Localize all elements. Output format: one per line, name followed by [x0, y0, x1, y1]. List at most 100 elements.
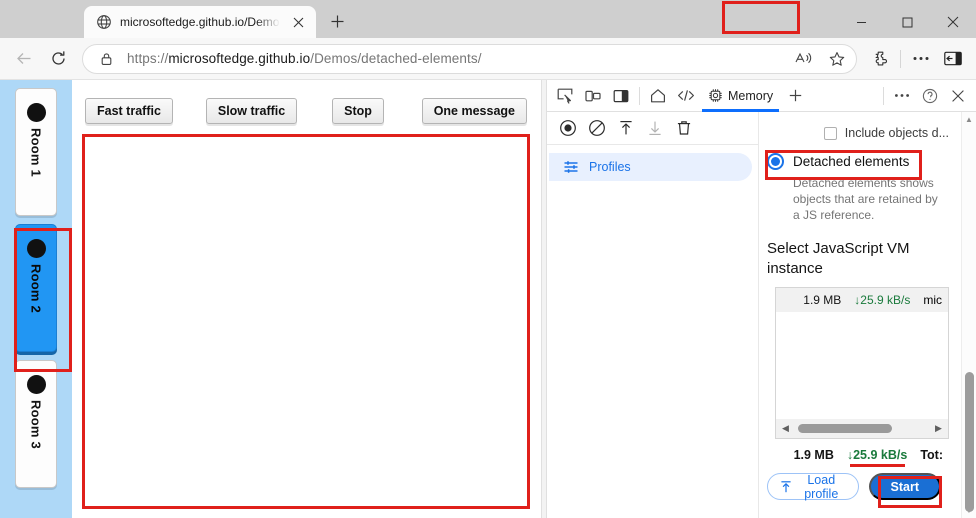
web-page: Room 1 Room 2 Room 3 Fast traffic Slow t…	[0, 80, 541, 518]
reload-icon[interactable]	[42, 43, 74, 75]
delete-icon[interactable]	[671, 115, 697, 141]
memory-config-inner: Include objects d... Detached elements D…	[759, 112, 961, 518]
load-profile-button[interactable]: Load profile	[767, 473, 859, 500]
detached-elements-option[interactable]: Detached elements	[767, 153, 949, 170]
import-profile-icon[interactable]	[613, 115, 639, 141]
export-profile-icon[interactable]	[642, 115, 668, 141]
devtools-tabbar-right	[879, 83, 972, 109]
total-size: 1.9 MB	[794, 448, 834, 462]
inspect-element-icon[interactable]	[551, 83, 579, 109]
tab-strip: microsoftedge.github.io/Demos/d	[0, 0, 838, 38]
action-buttons-row: Load profile Start	[767, 473, 941, 500]
scroll-track[interactable]	[792, 424, 932, 433]
select-vm-title: Select JavaScript VM instance	[767, 239, 949, 279]
room-button-3[interactable]: Room 3	[15, 360, 57, 488]
tab-label: Memory	[728, 89, 773, 103]
help-question-icon[interactable]	[916, 83, 944, 109]
new-tab-button[interactable]	[322, 6, 352, 36]
tabbar-divider	[639, 87, 640, 105]
scroll-thumb[interactable]	[798, 424, 892, 433]
close-icon[interactable]	[930, 6, 976, 38]
detached-elements-radio[interactable]	[767, 153, 784, 170]
star-icon[interactable]	[824, 46, 850, 72]
demo-button-row: Fast traffic Slow traffic Stop One messa…	[81, 88, 531, 134]
include-objects-row[interactable]: Include objects d...	[767, 122, 949, 144]
close-icon[interactable]	[944, 83, 972, 109]
browser-titlebar: microsoftedge.github.io/Demos/d	[0, 0, 976, 38]
detached-elements-label: Detached elements	[793, 154, 909, 169]
vm-instance-row[interactable]: 1.9 MB ↓25.9 kB/s mic	[776, 288, 948, 312]
totals-row: 1.9 MB ↓25.9 kB/s Tot:	[767, 448, 943, 462]
memory-toolbar	[547, 112, 758, 145]
browser-window: microsoftedge.github.io/Demos/d	[0, 0, 976, 518]
dock-panel-icon[interactable]	[607, 83, 635, 109]
browser-tab[interactable]: microsoftedge.github.io/Demos/d	[84, 6, 316, 38]
devtools-body: Profiles Include objects d... Detached e…	[547, 112, 976, 518]
room-button-1[interactable]: Room 1	[15, 88, 57, 216]
add-panel-icon[interactable]	[781, 83, 809, 109]
address-bar[interactable]: https://microsoftedge.github.io/Demos/de…	[82, 44, 857, 74]
scroll-right-arrow-icon[interactable]: ▶	[932, 423, 945, 434]
more-ellipsis-icon[interactable]	[906, 44, 936, 74]
maximize-icon[interactable]	[884, 6, 930, 38]
room-status-dot-icon	[27, 239, 46, 258]
highlight-underline	[850, 464, 905, 467]
room-label: Room 3	[29, 400, 44, 449]
scroll-left-arrow-icon[interactable]: ◀	[779, 423, 792, 434]
record-icon[interactable]	[555, 115, 581, 141]
devtools-panel: Memory	[547, 80, 976, 518]
demo-main: Fast traffic Slow traffic Stop One messa…	[72, 80, 541, 518]
url-domain: microsoftedge.github.io	[168, 51, 310, 66]
home-icon[interactable]	[644, 83, 672, 109]
url-path: /Demos/detached-elements/	[310, 51, 481, 66]
content-area: Room 1 Room 2 Room 3 Fast traffic Slow t…	[0, 80, 976, 518]
toolbar-divider	[900, 50, 901, 68]
tab-memory[interactable]: Memory	[700, 81, 781, 111]
room-status-dot-icon	[27, 375, 46, 394]
minimize-icon[interactable]	[838, 6, 884, 38]
window-controls	[838, 6, 976, 38]
devtools-vertical-scrollbar[interactable]: ▲ ▼	[961, 112, 976, 518]
vm-instance-list[interactable]: 1.9 MB ↓25.9 kB/s mic ◀ ▶	[775, 287, 949, 439]
url-text: https://microsoftedge.github.io/Demos/de…	[127, 51, 782, 66]
scroll-up-arrow-icon[interactable]: ▲	[965, 112, 973, 127]
vm-list-body	[776, 312, 948, 419]
vm-horizontal-scrollbar[interactable]: ◀ ▶	[776, 419, 948, 438]
devtools-tabbar: Memory	[547, 80, 976, 112]
profiles-section: Profiles	[547, 145, 758, 181]
room-button-2[interactable]: Room 2	[15, 224, 57, 352]
scroll-track[interactable]	[962, 127, 976, 503]
back-arrow-icon[interactable]	[8, 43, 40, 75]
vm-name: mic	[923, 293, 942, 307]
sidebar-toggle-icon[interactable]	[938, 44, 968, 74]
include-objects-checkbox[interactable]	[824, 127, 837, 140]
scroll-thumb[interactable]	[965, 372, 974, 512]
vm-rate: ↓25.9 kB/s	[854, 293, 910, 307]
globe-icon	[96, 14, 112, 30]
close-icon[interactable]	[288, 12, 308, 32]
fast-traffic-button[interactable]: Fast traffic	[85, 98, 173, 124]
one-message-button[interactable]: One message	[422, 98, 527, 124]
upload-icon	[779, 480, 793, 494]
clear-icon[interactable]	[584, 115, 610, 141]
browser-toolbar: https://microsoftedge.github.io/Demos/de…	[0, 38, 976, 80]
device-emulation-icon[interactable]	[579, 83, 607, 109]
stop-button[interactable]: Stop	[332, 98, 384, 124]
vm-size: 1.9 MB	[803, 293, 841, 307]
load-profile-label: Load profile	[799, 473, 844, 501]
total-rate: ↓25.9 kB/s	[847, 448, 907, 462]
slow-traffic-button[interactable]: Slow traffic	[206, 98, 297, 124]
read-aloud-icon[interactable]	[790, 46, 816, 72]
memory-chip-icon	[708, 88, 723, 103]
start-button[interactable]: Start	[869, 473, 941, 500]
rooms-sidebar: Room 1 Room 2 Room 3	[0, 80, 72, 518]
tabbar-divider	[883, 87, 884, 105]
memory-config-panel: Include objects d... Detached elements D…	[759, 112, 976, 518]
more-ellipsis-icon[interactable]	[888, 83, 916, 109]
room-label: Room 2	[29, 264, 44, 313]
extensions-puzzle-icon[interactable]	[865, 44, 895, 74]
messages-list-area[interactable]	[82, 134, 530, 509]
sidebar-item-profiles[interactable]: Profiles	[549, 153, 752, 181]
room-status-dot-icon	[27, 103, 46, 122]
code-brackets-icon[interactable]	[672, 83, 700, 109]
